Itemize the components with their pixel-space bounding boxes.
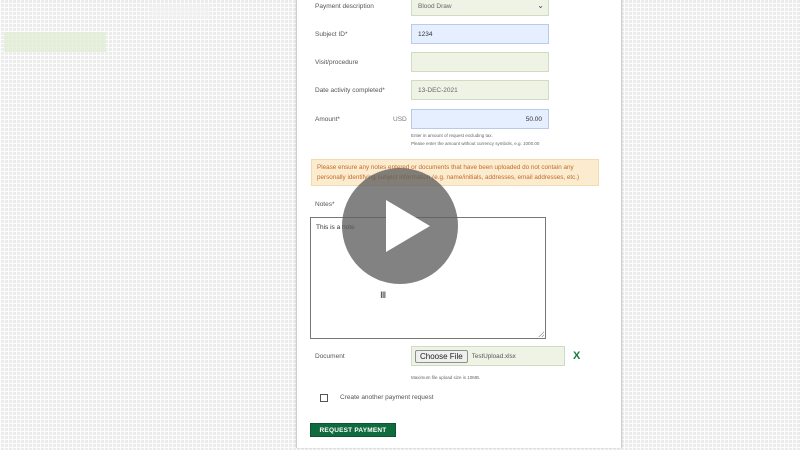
date-completed-label: Date activity completed* <box>315 87 385 94</box>
choose-file-button[interactable]: Choose File <box>415 349 468 363</box>
date-completed-value: 13-DEC-2021 <box>418 86 458 94</box>
visit-procedure-label: Visit/procedure <box>315 59 359 66</box>
video-play-button[interactable] <box>342 168 458 284</box>
request-payment-button[interactable]: REQUEST PAYMENT <box>310 423 396 437</box>
amount-value: 50.00 <box>525 115 542 123</box>
currency-label: USD <box>393 116 407 123</box>
amount-label: Amount* <box>315 116 340 123</box>
background-blur-block <box>150 5 210 19</box>
max-file-size-text: Maximum file upload size is 10MB. <box>411 375 481 380</box>
create-another-checkbox[interactable] <box>320 394 328 402</box>
date-completed-input[interactable]: 13-DEC-2021 <box>411 80 549 100</box>
amount-input[interactable]: 50.00 <box>411 109 549 129</box>
text-cursor-icon: Ⅲ <box>380 291 387 301</box>
create-another-label: Create another payment request <box>340 394 434 401</box>
payment-description-select[interactable]: Blood Draw ⌄ <box>411 0 549 16</box>
document-label: Document <box>315 353 345 360</box>
payment-description-value: Blood Draw <box>418 2 452 10</box>
subject-id-input[interactable]: 1234 <box>411 24 549 44</box>
close-icon[interactable]: X <box>573 350 580 362</box>
chevron-down-icon: ⌄ <box>537 1 544 10</box>
visit-procedure-input[interactable] <box>411 52 549 72</box>
subject-id-label: Subject ID* <box>315 31 348 38</box>
document-file-input[interactable]: Choose File TestUpload.xlsx <box>411 346 565 366</box>
play-icon <box>386 200 430 252</box>
amount-help-text: Enter in amount of request excluding tax… <box>411 133 493 138</box>
background-blur-block <box>4 32 106 52</box>
payment-description-label: Payment description <box>315 3 374 10</box>
resize-handle-icon[interactable] <box>538 331 544 337</box>
notes-label: Notes* <box>315 201 335 208</box>
play-icon-triangle <box>386 200 430 252</box>
amount-format-help-text: Please enter the amount without currency… <box>411 141 540 146</box>
subject-id-value: 1234 <box>418 30 433 38</box>
file-name: TestUpload.xlsx <box>471 352 516 360</box>
